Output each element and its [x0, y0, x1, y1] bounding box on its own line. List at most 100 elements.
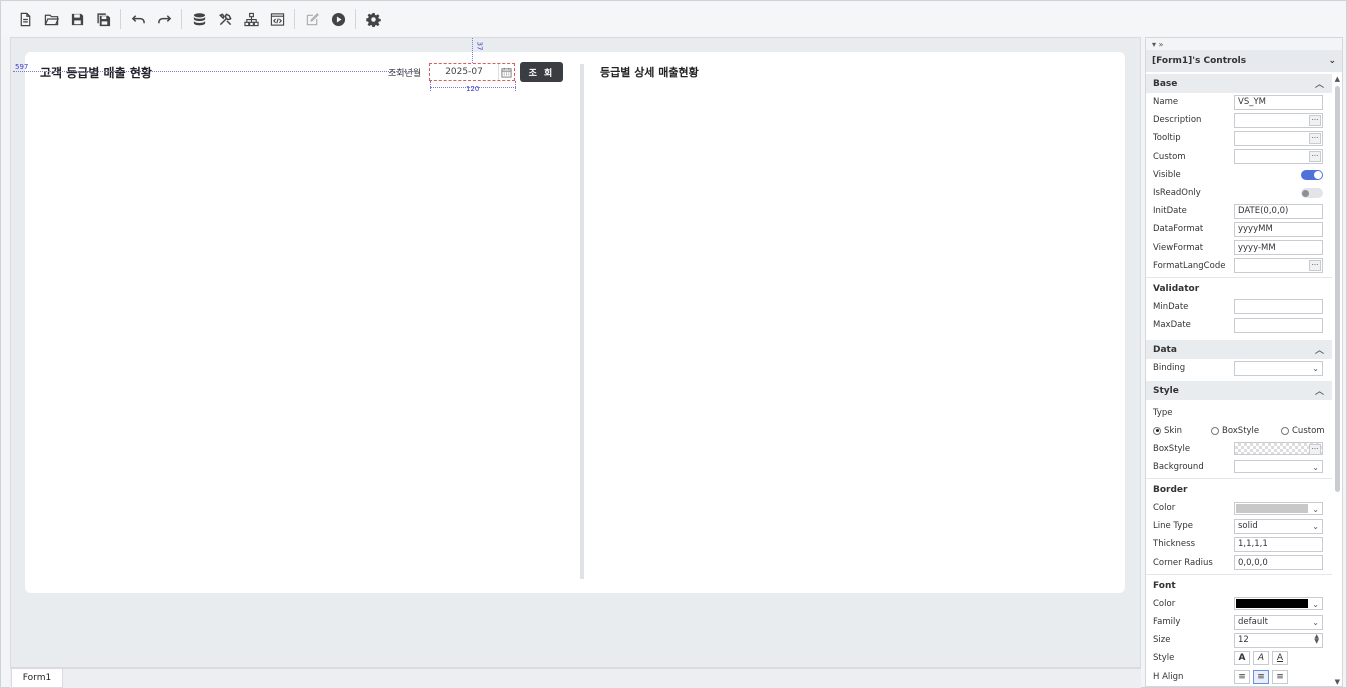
ellipsis-button[interactable]: ···: [1309, 151, 1321, 163]
prop-binding: Binding ⌄: [1146, 359, 1332, 377]
prop-size-stepper[interactable]: 12 ▲ ▼: [1234, 632, 1323, 648]
tools-icon[interactable]: [212, 6, 238, 32]
chevron-down-icon[interactable]: ⌄: [1312, 503, 1319, 516]
properties-header[interactable]: [Form1]'s Controls ⌄: [1146, 50, 1342, 72]
chevron-down-icon[interactable]: ⌄: [1312, 362, 1319, 375]
border-color-fill: [1236, 503, 1308, 513]
form-canvas[interactable]: 고객 등급별 매출 현황 조회년월 2025-07 조 회 등급별 상세 매출현…: [25, 52, 1125, 593]
prop-initdate: InitDate DATE(0,0,0): [1146, 202, 1332, 220]
prop-dataformat-input[interactable]: yyyyMM: [1234, 221, 1323, 237]
scroll-down-icon[interactable]: ▼: [1335, 678, 1340, 686]
chevron-up-icon[interactable]: ︿: [1315, 384, 1324, 397]
date-value: 2025-07: [445, 67, 483, 77]
save-all-icon[interactable]: [90, 6, 116, 32]
prop-corner-radius: Corner Radius 0,0,0,0: [1146, 554, 1332, 572]
radio-dot: [1281, 426, 1289, 435]
chevron-down-icon[interactable]: ⌄: [1328, 56, 1336, 66]
save-icon[interactable]: [64, 6, 90, 32]
prop-style: Style A A A: [1146, 649, 1332, 667]
section-data[interactable]: Data ︿: [1146, 340, 1332, 360]
left-panel-title: 고객 등급별 매출 현황: [40, 66, 152, 80]
chevron-down-icon[interactable]: ⌄: [1312, 616, 1319, 629]
align-right-icon[interactable]: ≡: [1272, 669, 1288, 684]
prop-family-select[interactable]: default ⌄: [1234, 614, 1323, 630]
prop-maxdate-label: MaxDate: [1153, 320, 1191, 331]
scroll-up-icon[interactable]: ▲: [1335, 75, 1340, 83]
prop-binding-label: Binding: [1153, 363, 1186, 374]
folder-open-icon[interactable]: [38, 6, 64, 32]
prop-thickness-input[interactable]: 1,1,1,1: [1234, 536, 1323, 552]
readonly-toggle[interactable]: [1301, 188, 1323, 199]
prop-font-color: Color ⌄: [1146, 595, 1332, 613]
radio-skin-label: Skin: [1164, 425, 1183, 436]
hierarchy-icon[interactable]: [238, 6, 264, 32]
section-base-title: Base: [1153, 78, 1178, 89]
ellipsis-button[interactable]: ···: [1309, 260, 1321, 272]
tab-form1[interactable]: Form1: [11, 669, 63, 688]
section-data-title: Data: [1153, 344, 1177, 355]
border-color-swatch[interactable]: ⌄: [1234, 501, 1323, 516]
chevron-down-icon[interactable]: ⌄: [1312, 598, 1319, 611]
new-file-icon[interactable]: [12, 6, 38, 32]
align-center-icon[interactable]: ≡: [1253, 669, 1269, 684]
chevron-down-icon[interactable]: ⌄: [1312, 461, 1319, 474]
prop-maxdate-input[interactable]: [1234, 317, 1323, 333]
italic-icon[interactable]: A: [1253, 651, 1269, 666]
prop-custom-input[interactable]: ···: [1234, 149, 1323, 165]
ellipsis-button[interactable]: ···: [1309, 132, 1321, 144]
prop-background-label: Background: [1153, 461, 1204, 472]
prop-viewformat-label: ViewFormat: [1153, 242, 1204, 253]
prop-viewformat-input[interactable]: yyyy-MM: [1234, 240, 1323, 256]
prop-mindate-input[interactable]: [1234, 299, 1323, 315]
section-style[interactable]: Style ︿: [1146, 381, 1332, 401]
divider: [1146, 276, 1332, 278]
calendar-icon[interactable]: [498, 64, 514, 80]
play-icon[interactable]: [325, 6, 351, 32]
chevron-up-icon[interactable]: ︿: [1315, 77, 1324, 90]
toolbar-separator: [355, 9, 356, 29]
edit-icon[interactable]: [299, 6, 325, 32]
prop-corner-input[interactable]: 0,0,0,0: [1234, 555, 1323, 571]
panel-pin-controls[interactable]: ▾ »: [1146, 38, 1342, 50]
prop-formatlangcode-input[interactable]: ···: [1234, 258, 1323, 274]
panel-splitter[interactable]: [580, 64, 584, 579]
radio-boxstyle[interactable]: BoxStyle: [1211, 426, 1281, 436]
prop-name-input[interactable]: VS_YM: [1234, 94, 1323, 110]
prop-name-label: Name: [1153, 97, 1179, 108]
code-window-icon[interactable]: [264, 6, 290, 32]
chevron-down-icon[interactable]: ⌄: [1312, 520, 1319, 533]
boxstyle-swatch[interactable]: ···: [1234, 442, 1323, 456]
align-left-icon[interactable]: ≡: [1234, 669, 1250, 684]
design-surface[interactable]: 고객 등급별 매출 현황 조회년월 2025-07 조 회 등급별 상세 매출현…: [10, 37, 1141, 668]
prop-description-input[interactable]: ···: [1234, 112, 1323, 128]
database-icon[interactable]: [186, 6, 212, 32]
radio-custom[interactable]: Custom: [1281, 426, 1325, 436]
month-date-picker[interactable]: 2025-07: [429, 63, 515, 81]
left-panel[interactable]: 고객 등급별 매출 현황 조회년월 2025-07 조 회: [25, 52, 580, 579]
stepper-arrows-icon[interactable]: ▲ ▼: [1314, 633, 1319, 647]
radio-skin[interactable]: Skin: [1153, 426, 1211, 436]
visible-toggle[interactable]: [1301, 169, 1323, 180]
prop-binding-select[interactable]: ⌄: [1234, 360, 1323, 376]
ellipsis-button[interactable]: ···: [1309, 444, 1321, 456]
undo-icon[interactable]: [125, 6, 151, 32]
ellipsis-button[interactable]: ···: [1309, 114, 1321, 126]
font-color-swatch[interactable]: ⌄: [1234, 597, 1323, 611]
redo-icon[interactable]: [151, 6, 177, 32]
gear-icon[interactable]: [360, 6, 386, 32]
prop-type: Type: [1146, 403, 1332, 421]
search-button[interactable]: 조 회: [520, 62, 563, 82]
prop-linetype-select[interactable]: solid ⌄: [1234, 518, 1323, 534]
section-base[interactable]: Base ︿: [1146, 74, 1332, 93]
properties-scrollbar[interactable]: [1335, 86, 1340, 492]
prop-tooltip-input[interactable]: ···: [1234, 130, 1323, 146]
prop-formatlangcode: FormatLangCode ···: [1146, 257, 1332, 275]
right-panel[interactable]: 등급별 상세 매출현황: [585, 52, 1125, 579]
bold-icon[interactable]: A: [1234, 651, 1250, 666]
underline-icon[interactable]: A: [1272, 651, 1288, 666]
prop-initdate-input[interactable]: DATE(0,0,0): [1234, 203, 1323, 219]
properties-panel: ▾ » [Form1]'s Controls ⌄ ▲ ▼ Base ︿ Name…: [1145, 37, 1343, 687]
background-swatch[interactable]: ⌄: [1234, 460, 1323, 474]
chevron-up-icon[interactable]: ︿: [1315, 343, 1324, 356]
prop-linetype-label: Line Type: [1153, 521, 1193, 532]
